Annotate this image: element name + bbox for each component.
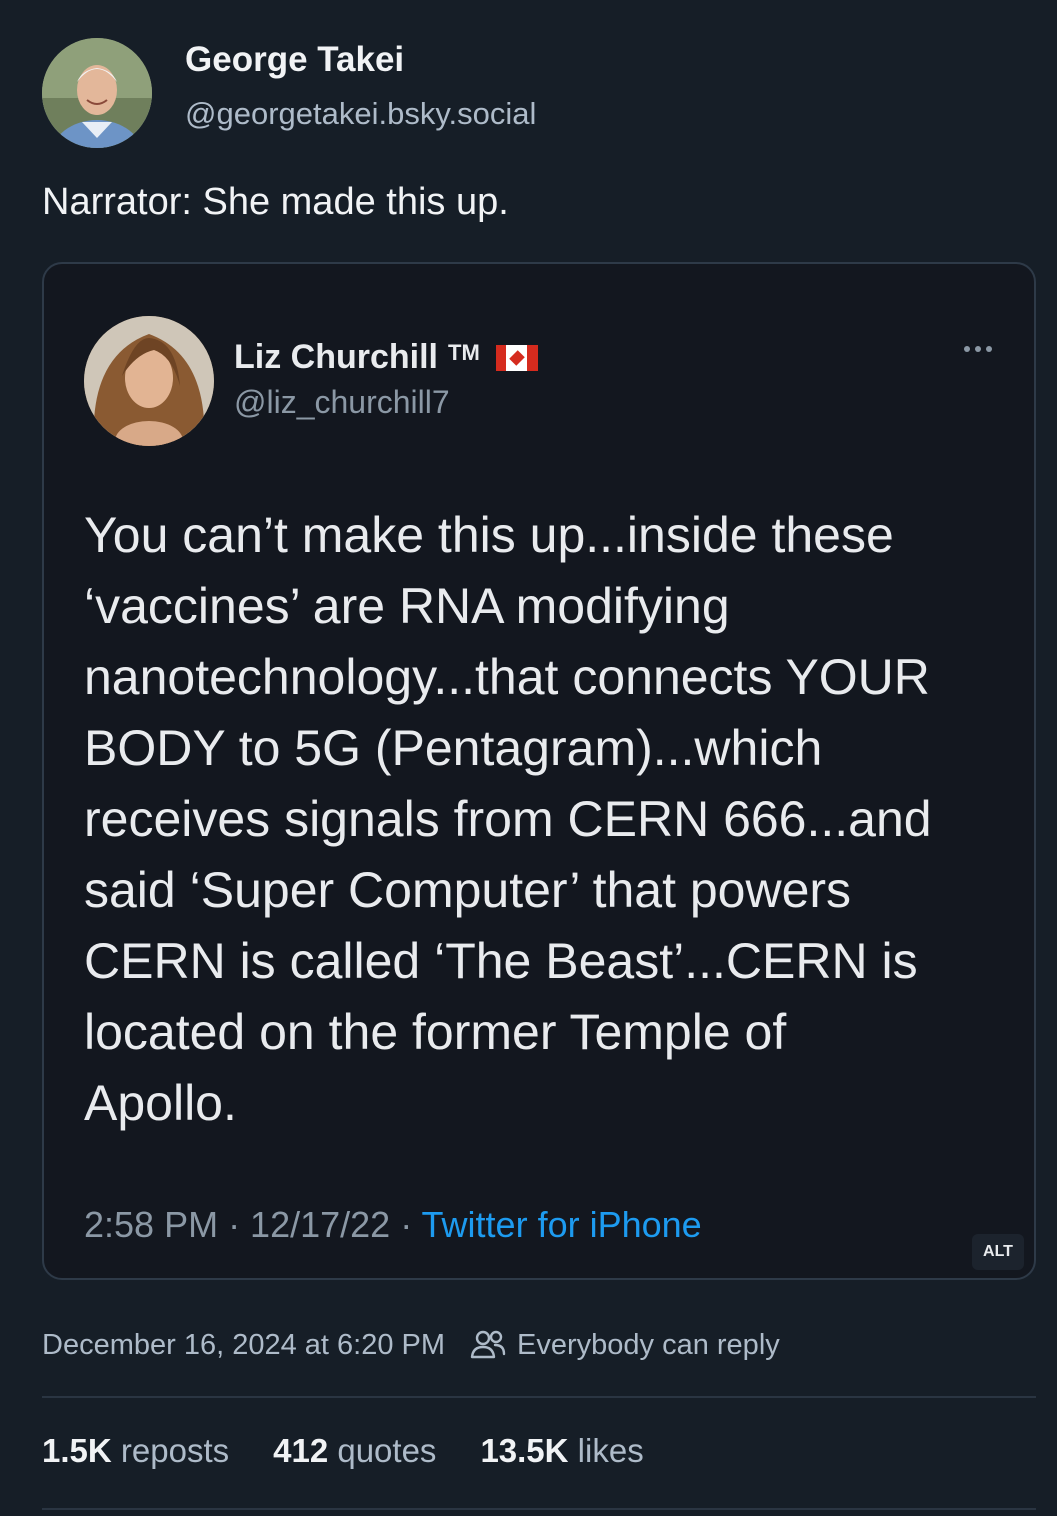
reposts-stat[interactable]: 1.5K reposts [42, 1432, 229, 1470]
post-text: Narrator: She made this up. [42, 181, 509, 223]
author-handle[interactable]: @georgetakei.bsky.social [185, 96, 536, 132]
post-timestamp[interactable]: December 16, 2024 at 6:20 PM [42, 1329, 445, 1362]
author-display-name[interactable]: George Takei [185, 40, 404, 80]
author-avatar[interactable] [42, 38, 152, 148]
quotes-stat[interactable]: 412 quotes [273, 1432, 436, 1470]
divider [42, 1508, 1036, 1510]
canada-flag-icon [495, 344, 538, 371]
embedded-image[interactable]: Liz Churchill TM @liz_churchill7 You can… [42, 262, 1036, 1280]
embedded-tweet-meta: 2:58 PM · 12/17/22 · Twitter for iPhone [84, 1204, 702, 1246]
likes-label: likes [577, 1432, 644, 1469]
embedded-tweet-avatar [84, 316, 214, 446]
alt-text-button[interactable]: ALT [972, 1234, 1024, 1270]
quotes-count: 412 [273, 1432, 329, 1469]
embedded-tweet-source: Twitter for iPhone [421, 1204, 702, 1245]
embedded-tweet-name: Liz Churchill [234, 338, 438, 376]
embedded-tweet-name-row: Liz Churchill TM [234, 338, 538, 377]
reposts-label: reposts [120, 1432, 230, 1469]
embedded-tweet-text: You can’t make this up...inside these ‘v… [84, 507, 932, 1131]
engagement-stats: 1.5K reposts 412 quotes 13.5K likes [42, 1432, 644, 1470]
people-icon [470, 1330, 506, 1359]
more-options-icon [964, 346, 992, 352]
reposts-count: 1.5K [42, 1432, 112, 1469]
embedded-tweet-handle: @liz_churchill7 [234, 384, 450, 420]
post: George Takei @georgetakei.bsky.social Na… [0, 0, 1057, 1516]
divider [42, 1396, 1036, 1398]
likes-count: 13.5K [480, 1432, 569, 1469]
trademark-symbol: TM [448, 340, 480, 365]
post-meta-row: December 16, 2024 at 6:20 PM Everybody c… [42, 1326, 780, 1364]
embedded-tweet-time: 2:58 PM · 12/17/22 · [84, 1204, 422, 1245]
likes-stat[interactable]: 13.5K likes [480, 1432, 643, 1470]
reply-setting: Everybody can reply [517, 1328, 780, 1361]
quotes-label: quotes [337, 1432, 437, 1469]
